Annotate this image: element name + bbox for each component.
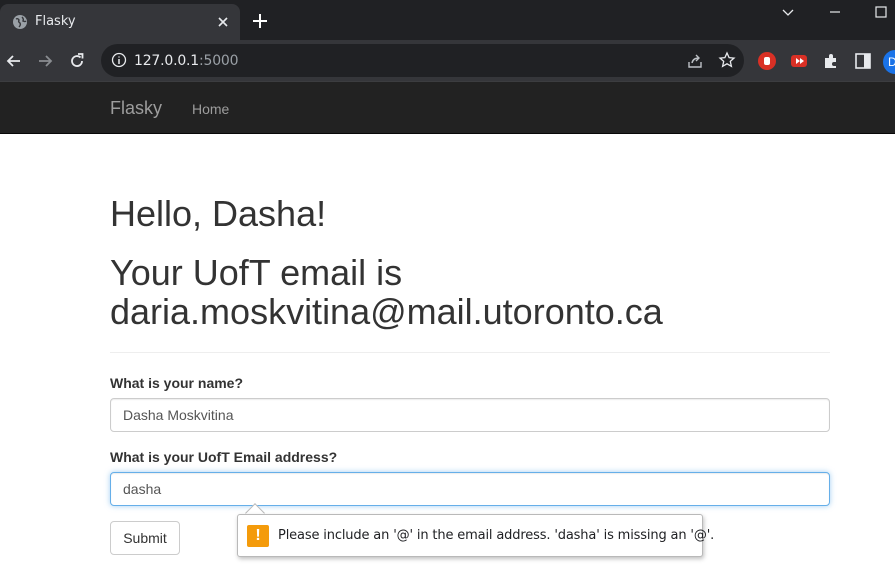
info-icon[interactable]	[111, 52, 127, 68]
maximize-icon[interactable]	[873, 4, 889, 20]
side-panel-icon[interactable]	[853, 51, 873, 71]
name-input[interactable]: Dasha Moskvitina	[110, 398, 830, 432]
extension-hand-icon[interactable]	[757, 51, 777, 71]
greeting-heading: Hello, Dasha!	[110, 193, 327, 234]
divider	[110, 352, 830, 353]
url-text: 127.0.0.1:5000	[134, 53, 239, 69]
extensions-puzzle-icon[interactable]	[821, 51, 841, 71]
close-icon[interactable]	[214, 13, 232, 31]
site-navbar: Flasky Home	[0, 82, 895, 134]
chevron-down-icon[interactable]	[780, 4, 796, 20]
name-label: What is your name?	[110, 375, 244, 391]
browser-tab[interactable]: Flasky	[0, 4, 240, 40]
browser-tab-strip: Flasky	[0, 0, 895, 40]
forward-arrow-icon[interactable]	[35, 51, 55, 71]
navbar-brand[interactable]: Flasky	[110, 98, 162, 119]
email-heading: Your UofT email is daria.moskvitina@mail…	[110, 252, 663, 332]
url-host: 127.0.0.1	[134, 53, 199, 69]
share-icon[interactable]	[686, 52, 704, 70]
address-bar[interactable]: 127.0.0.1:5000	[101, 44, 744, 77]
back-arrow-icon[interactable]	[4, 51, 24, 71]
browser-toolbar: 127.0.0.1:5000	[0, 40, 895, 82]
submit-button[interactable]: Submit	[110, 521, 180, 555]
validation-tooltip: ! Please include an '@' in the email add…	[237, 514, 714, 557]
url-port: :5000	[199, 53, 239, 69]
bookmark-star-icon[interactable]	[718, 51, 736, 69]
email-input[interactable]: dasha	[110, 472, 830, 506]
email-label: What is your UofT Email address?	[110, 449, 338, 465]
nav-home-link[interactable]: Home	[192, 101, 229, 117]
globe-icon	[13, 15, 27, 29]
minimize-icon[interactable]	[827, 4, 843, 20]
new-tab-icon[interactable]	[251, 12, 269, 30]
warning-icon: !	[247, 525, 269, 547]
reload-icon[interactable]	[67, 51, 87, 71]
extension-video-icon[interactable]	[789, 51, 809, 71]
tab-title: Flasky	[35, 14, 76, 29]
validation-message: Please include an '@' in the email addre…	[278, 528, 715, 543]
